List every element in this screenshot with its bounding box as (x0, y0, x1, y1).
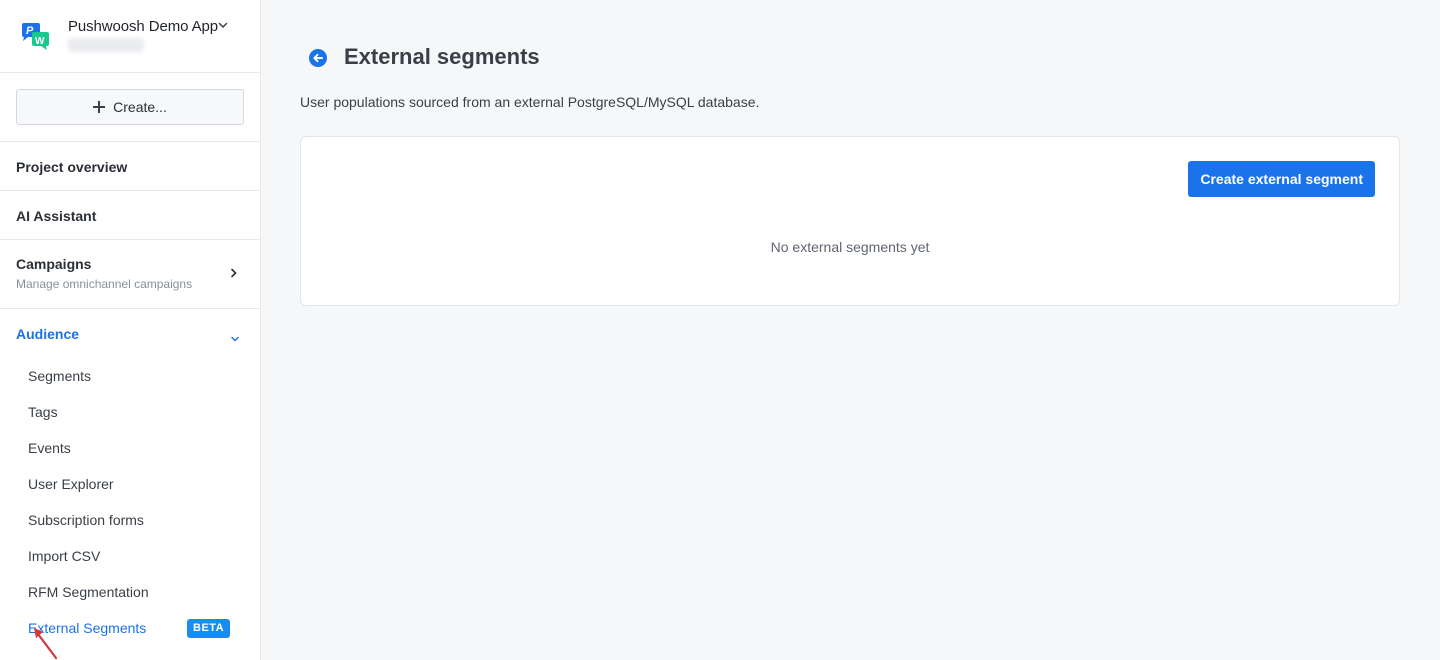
svg-text:W: W (35, 36, 45, 47)
nav-label: Project overview (16, 159, 128, 175)
create-external-segment-button[interactable]: Create external segment (1188, 161, 1375, 197)
chevron-down-icon (231, 336, 239, 342)
main-content: External segments User populations sourc… (261, 0, 1440, 660)
sidebar-item-events[interactable]: Events (0, 431, 260, 467)
nav-ai-assistant[interactable]: AI Assistant (0, 191, 260, 240)
sidebar-item-label: Events (28, 440, 71, 456)
nav-label: Audience (16, 326, 80, 342)
create-button[interactable]: Create... (16, 89, 244, 125)
page-description: User populations sourced from an externa… (300, 94, 760, 110)
sidebar-item-segments[interactable]: Segments (0, 359, 260, 395)
nav-campaigns[interactable]: Campaigns Manage omnichannel campaigns (0, 240, 260, 309)
segments-card: Create external segment No external segm… (300, 136, 1400, 306)
sidebar: P W Pushwoosh Demo App Create... Project… (0, 0, 261, 660)
nav-label: AI Assistant (16, 208, 97, 224)
app-name: Pushwoosh Demo App (68, 18, 218, 35)
plus-icon (93, 101, 106, 113)
sidebar-item-label: Segments (28, 368, 92, 384)
arrow-left-circle-icon[interactable] (307, 47, 329, 69)
sidebar-item-user-explorer[interactable]: User Explorer (0, 467, 260, 503)
sidebar-item-rfm-segmentation[interactable]: RFM Segmentation (0, 575, 260, 611)
chevron-down-icon[interactable] (217, 19, 229, 31)
sidebar-item-label: Import CSV (28, 548, 101, 564)
app-id-blurred (68, 38, 144, 52)
create-section: Create... (0, 73, 260, 142)
sidebar-item-label: Subscription forms (28, 512, 144, 528)
empty-state-text: No external segments yet (770, 239, 930, 255)
sidebar-item-import-csv[interactable]: Import CSV (0, 539, 260, 575)
sidebar-item-subscription-forms[interactable]: Subscription forms (0, 503, 260, 539)
pushwoosh-logo-icon: P W (22, 23, 49, 50)
mouse-cursor-arrow-icon (34, 628, 58, 660)
app-switcher[interactable]: P W Pushwoosh Demo App (0, 0, 260, 73)
audience-submenu: Segments Tags Events User Explorer Subsc… (0, 359, 260, 647)
beta-badge: BETA (187, 619, 231, 638)
chevron-right-icon (231, 268, 237, 278)
nav-label: Campaigns (16, 256, 92, 272)
sidebar-item-label: User Explorer (28, 476, 114, 492)
page-title: External segments (344, 44, 540, 69)
sidebar-item-label: Tags (28, 404, 58, 420)
sidebar-item-label: RFM Segmentation (28, 584, 149, 600)
nav-subtitle: Manage omnichannel campaigns (16, 277, 193, 291)
sidebar-item-tags[interactable]: Tags (0, 395, 260, 431)
nav-audience[interactable]: Audience (0, 309, 260, 359)
nav-project-overview[interactable]: Project overview (0, 142, 260, 191)
create-button-label: Create... (113, 99, 167, 115)
